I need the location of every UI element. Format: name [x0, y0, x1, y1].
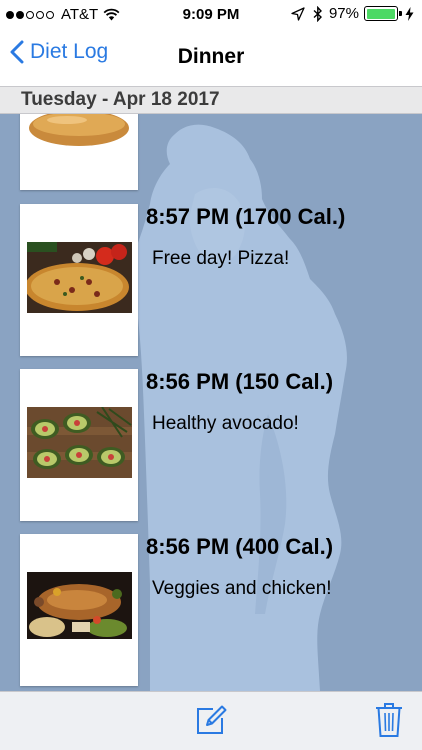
entry-photo[interactable] — [20, 204, 138, 356]
pizza-photo — [27, 242, 132, 313]
chicken-veggies-photo — [27, 572, 132, 639]
charging-icon — [405, 6, 414, 21]
bottom-toolbar — [0, 691, 422, 750]
status-right: 97% — [291, 5, 414, 22]
navigation-bar: Diet Log Dinner — [0, 30, 422, 86]
bread-photo — [29, 114, 129, 146]
entry-photo[interactable] — [20, 534, 138, 686]
entry-note: Veggies and chicken! — [152, 578, 332, 599]
entry-photo[interactable] — [20, 114, 138, 190]
entry-time-calories: 8:56 PM (400 Cal.) — [146, 534, 334, 559]
avocado-photo — [27, 407, 132, 478]
bluetooth-icon — [313, 5, 322, 22]
date-section-header: Tuesday - Apr 18 2017 — [0, 86, 422, 114]
trash-icon — [376, 703, 402, 737]
entry-note: Free day! Pizza! — [152, 248, 290, 269]
page-title: Dinner — [177, 45, 245, 68]
entry-time-calories: 8:56 PM (150 Cal.) — [146, 369, 334, 394]
entry-note: Healthy avocado! — [152, 413, 299, 434]
entry-time-calories: 8:57 PM (1700 Cal.) — [146, 204, 346, 229]
entry-list[interactable]: 8:57 PM (1700 Cal.) Free day! Pizza! 8:5… — [0, 114, 422, 691]
delete-button[interactable] — [375, 702, 403, 743]
compose-icon — [197, 705, 227, 734]
location-icon — [291, 6, 305, 21]
battery-percent: 97% — [328, 5, 359, 22]
battery-icon — [364, 6, 402, 21]
compose-button[interactable] — [195, 704, 227, 741]
entry-photo[interactable] — [20, 369, 138, 521]
date-header-label: Tuesday - Apr 18 2017 — [21, 89, 220, 110]
status-bar: AT&T 9:09 PM 97% — [0, 0, 422, 30]
